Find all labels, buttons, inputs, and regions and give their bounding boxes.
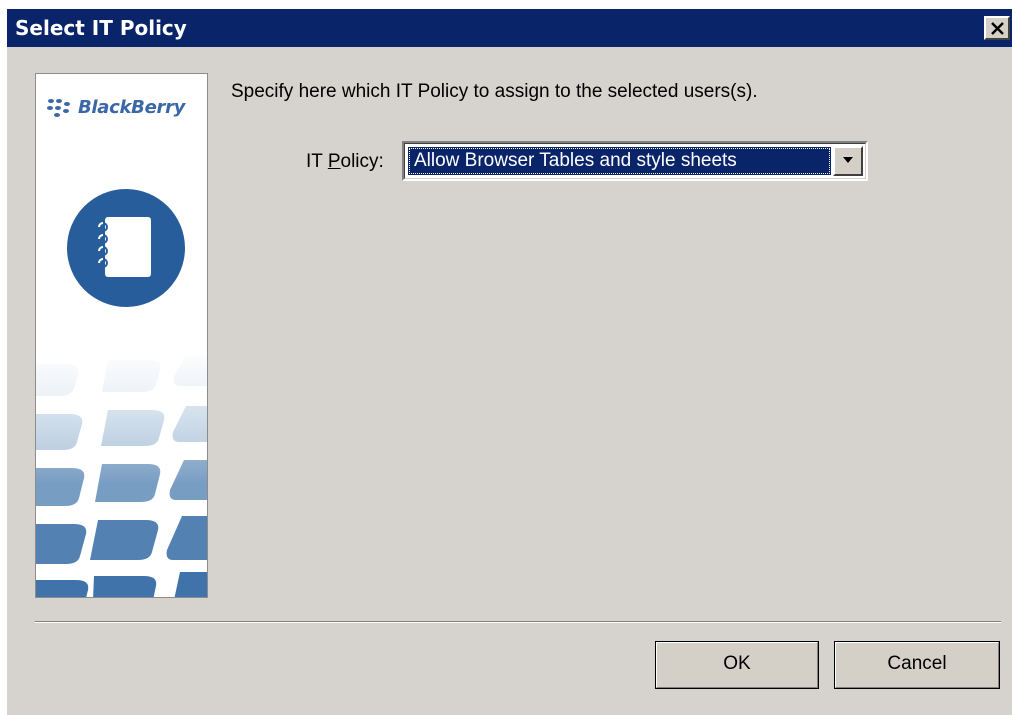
separator-line <box>35 621 1001 623</box>
brand-pattern-graphic <box>36 344 207 597</box>
chevron-down-icon <box>843 157 853 163</box>
label-prefix: IT <box>306 151 328 172</box>
logo-text: BlackBerry <box>78 97 186 118</box>
select-it-policy-dialog: Select IT Policy BlackBerry Specify here… <box>6 8 1012 715</box>
title-bar[interactable]: Select IT Policy <box>7 9 1012 47</box>
side-banner: BlackBerry <box>35 73 208 598</box>
dropdown-button[interactable] <box>833 146 863 176</box>
select-frame: Allow Browser Tables and style sheets <box>404 143 866 179</box>
cancel-button-label: Cancel <box>887 653 947 674</box>
ok-button-label: OK <box>723 653 751 674</box>
close-icon <box>991 22 1004 35</box>
label-mnemonic: P <box>327 151 341 172</box>
it-policy-selected-value[interactable]: Allow Browser Tables and style sheets <box>408 147 831 175</box>
label-suffix: olicy: <box>340 151 384 172</box>
cancel-button[interactable]: Cancel <box>834 641 1000 689</box>
address-book-icon <box>67 189 185 307</box>
it-policy-label: IT Policy: <box>306 151 384 173</box>
close-button[interactable] <box>984 16 1010 40</box>
ok-button[interactable]: OK <box>655 641 819 689</box>
dialog-title: Select IT Policy <box>15 16 187 40</box>
it-policy-select[interactable]: Allow Browser Tables and style sheets <box>402 141 868 181</box>
instruction-text: Specify here which IT Policy to assign t… <box>231 81 758 102</box>
blackberry-logo: BlackBerry <box>46 93 206 123</box>
blackberry-logo-icon <box>47 99 70 117</box>
